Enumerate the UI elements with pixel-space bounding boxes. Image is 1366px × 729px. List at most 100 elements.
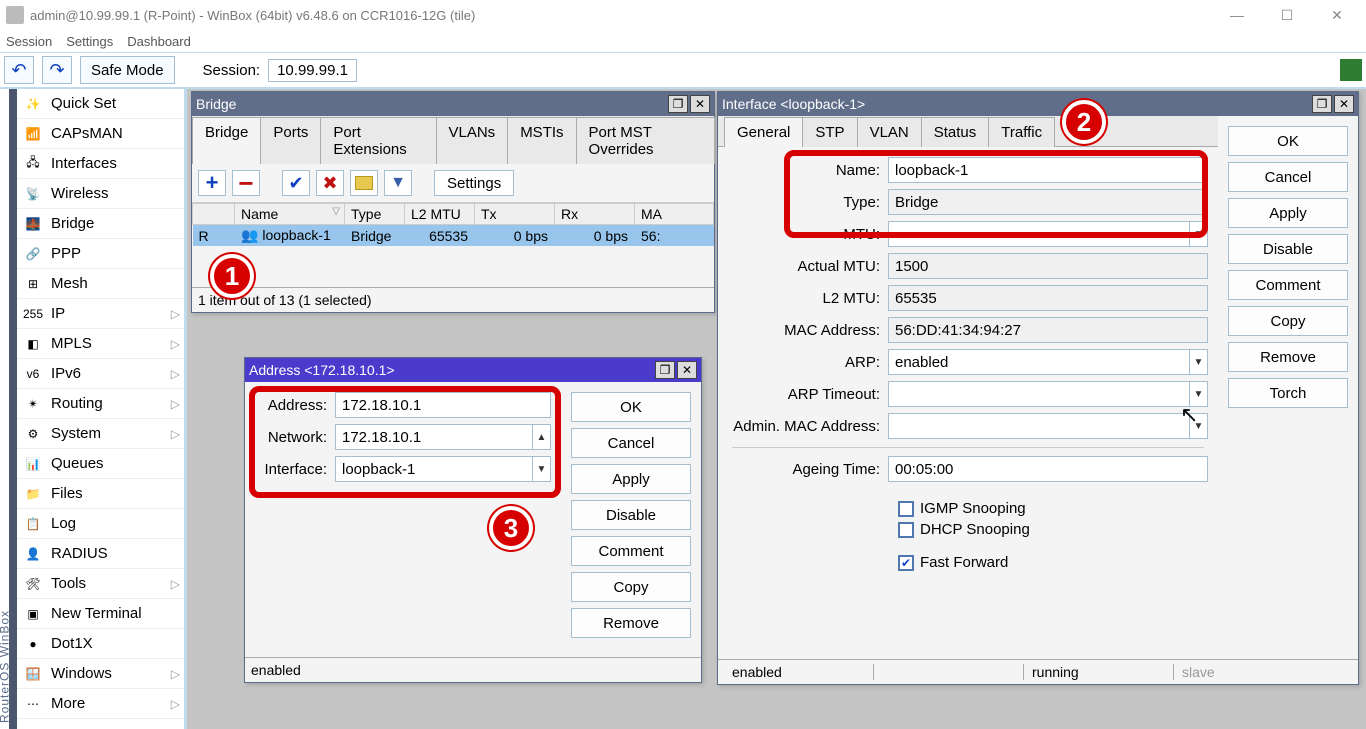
sidebar-item-quick-set[interactable]: ✨Quick Set [17,89,184,119]
maximize-button[interactable]: ☐ [1264,0,1310,30]
sidebar-item-wireless[interactable]: 📡Wireless [17,179,184,209]
column-header[interactable]: Rx [555,204,635,225]
sidebar-item-ip[interactable]: 255IP▷ [17,299,184,329]
tab-port-extensions[interactable]: Port Extensions [320,117,436,164]
tab-bridge[interactable]: Bridge [192,117,261,164]
settings-button[interactable]: Settings [434,170,514,196]
tab-vlans[interactable]: VLANs [436,117,509,164]
undo-button[interactable]: ↶ [4,56,34,84]
sidebar-item-interfaces[interactable]: 🖧Interfaces [17,149,184,179]
torch-button[interactable]: Torch [1228,378,1348,408]
address-window-restore-button[interactable]: ❐ [655,361,675,379]
table-row[interactable]: R 👥 loopback-1 Bridge 65535 0 bps 0 bps … [193,225,714,247]
tab-status[interactable]: Status [921,117,990,147]
interface-window-restore-button[interactable]: ❐ [1312,95,1332,113]
sidebar-item-label: Dot1X [51,635,93,652]
fast-forward-checkbox[interactable]: ✔Fast Forward [898,554,1208,571]
igmp-snooping-checkbox[interactable]: IGMP Snooping [898,500,1208,517]
tab-ports[interactable]: Ports [260,117,321,164]
bridge-window-restore-button[interactable]: ❐ [668,95,688,113]
address-window-close-button[interactable]: ✕ [677,361,697,379]
remove-button[interactable]: − [232,170,260,196]
dhcp-snooping-checkbox[interactable]: DHCP Snooping [898,521,1208,538]
add-button[interactable]: + [198,170,226,196]
sidebar-item-capsman[interactable]: 📶CAPsMAN [17,119,184,149]
tab-mstis[interactable]: MSTIs [507,117,576,164]
bridge-window-close-button[interactable]: ✕ [690,95,710,113]
window-titlebar: admin@10.99.99.1 (R-Point) - WinBox (64b… [0,0,1366,30]
sidebar-item-bridge[interactable]: 🌉Bridge [17,209,184,239]
ok-button[interactable]: OK [571,392,691,422]
sidebar-item-more[interactable]: ⋯More▷ [17,689,184,719]
minimize-button[interactable]: — [1214,0,1260,30]
disable-button[interactable]: Disable [1228,234,1348,264]
ok-button[interactable]: OK [1228,126,1348,156]
comment-button[interactable]: Comment [1228,270,1348,300]
column-header[interactable]: Tx [475,204,555,225]
copy-button[interactable]: Copy [571,572,691,602]
sidebar-item-ipv6[interactable]: v6IPv6▷ [17,359,184,389]
bridge-window: Bridge ❐ ✕ BridgePortsPort ExtensionsVLA… [191,91,715,313]
cancel-button[interactable]: Cancel [571,428,691,458]
column-header[interactable]: MA [635,204,714,225]
column-header[interactable]: L2 MTU [405,204,475,225]
column-header[interactable] [193,204,235,225]
disable-button[interactable]: ✖ [316,170,344,196]
sidebar-item-new-terminal[interactable]: ▣New Terminal [17,599,184,629]
apply-button[interactable]: Apply [1228,198,1348,228]
sidebar-item-queues[interactable]: 📊Queues [17,449,184,479]
column-header[interactable]: Name▽ [235,204,345,225]
comment-button[interactable] [350,170,378,196]
sidebar-item-system[interactable]: ⚙System▷ [17,419,184,449]
menu-session[interactable]: Session [6,34,52,49]
safe-mode-button[interactable]: Safe Mode [80,56,175,84]
tab-general[interactable]: General [724,117,803,147]
sidebar-icon: 📁 [23,486,43,502]
session-value[interactable]: 10.99.99.1 [268,59,357,82]
tab-stp[interactable]: STP [802,117,857,147]
sidebar-item-tools[interactable]: 🛠Tools▷ [17,569,184,599]
arp-field[interactable]: enabled▼ [888,349,1208,375]
menu-settings[interactable]: Settings [66,34,113,49]
sidebar-item-mpls[interactable]: ◧MPLS▷ [17,329,184,359]
enable-button[interactable]: ✔ [282,170,310,196]
sidebar-icon: 255 [23,306,43,322]
redo-button[interactable]: ↷ [42,56,72,84]
tab-port-mst-overrides[interactable]: Port MST Overrides [576,117,715,164]
network-field[interactable]: 172.18.10.1▲ [335,424,551,450]
interface-field[interactable]: loopback-1▼ [335,456,551,482]
chevron-right-icon: ▷ [171,697,180,711]
tab-traffic[interactable]: Traffic [988,117,1055,147]
close-button[interactable]: ✕ [1314,0,1360,30]
menu-dashboard[interactable]: Dashboard [127,34,191,49]
filter-button[interactable]: ▼ [384,170,412,196]
name-field[interactable]: loopback-1 [888,157,1208,183]
interface-window-close-button[interactable]: ✕ [1334,95,1354,113]
apply-button[interactable]: Apply [571,464,691,494]
mtu-field[interactable]: ▼ [888,221,1208,247]
activity-indicator-icon [1340,59,1362,81]
sidebar-icon: ⚙ [23,426,43,442]
sidebar-item-files[interactable]: 📁Files [17,479,184,509]
column-header[interactable]: Type [345,204,405,225]
sidebar-item-mesh[interactable]: ⊞Mesh [17,269,184,299]
cancel-button[interactable]: Cancel [1228,162,1348,192]
comment-button[interactable]: Comment [571,536,691,566]
copy-button[interactable]: Copy [1228,306,1348,336]
sidebar-item-radius[interactable]: 👤RADIUS [17,539,184,569]
remove-button[interactable]: Remove [1228,342,1348,372]
sidebar-item-windows[interactable]: 🪟Windows▷ [17,659,184,689]
remove-button[interactable]: Remove [571,608,691,638]
sidebar-item-label: Interfaces [51,155,117,172]
tab-vlan[interactable]: VLAN [857,117,922,147]
sidebar-item-routing[interactable]: ✴Routing▷ [17,389,184,419]
bridge-table[interactable]: Name▽TypeL2 MTUTxRxMA R 👥 loopback-1 Bri… [192,203,714,246]
sidebar-item-ppp[interactable]: 🔗PPP [17,239,184,269]
disable-button[interactable]: Disable [571,500,691,530]
arp-timeout-field[interactable]: ▼ [888,381,1208,407]
admin-mac-field[interactable]: ▼ [888,413,1208,439]
sidebar-item-log[interactable]: 📋Log [17,509,184,539]
address-field[interactable]: 172.18.10.1 [335,392,551,418]
sidebar-item-dot1x[interactable]: ●Dot1X [17,629,184,659]
ageing-field[interactable]: 00:05:00 [888,456,1208,482]
